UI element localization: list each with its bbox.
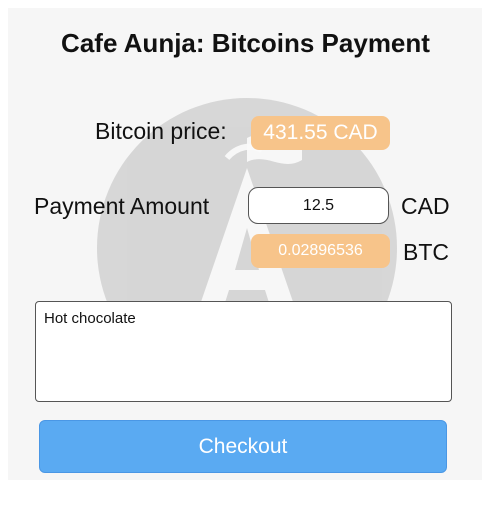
payment-amount-input[interactable] bbox=[248, 187, 389, 224]
cad-unit-label: CAD bbox=[401, 193, 450, 219]
bitcoin-price-value: 431.55 CAD bbox=[251, 116, 390, 150]
btc-amount-value: 0.02896536 bbox=[251, 234, 390, 268]
btc-unit-label: BTC bbox=[403, 239, 449, 265]
order-note-textarea[interactable]: Hot chocolate bbox=[35, 301, 452, 402]
payment-page: Cafe Aunja: Bitcoins Payment Bitcoin pri… bbox=[0, 0, 491, 515]
bitcoin-price-label: Bitcoin price: bbox=[95, 118, 227, 144]
payment-amount-label: Payment Amount bbox=[34, 193, 210, 219]
checkout-button[interactable]: Checkout bbox=[39, 420, 447, 473]
page-title: Cafe Aunja: Bitcoins Payment bbox=[61, 28, 430, 58]
